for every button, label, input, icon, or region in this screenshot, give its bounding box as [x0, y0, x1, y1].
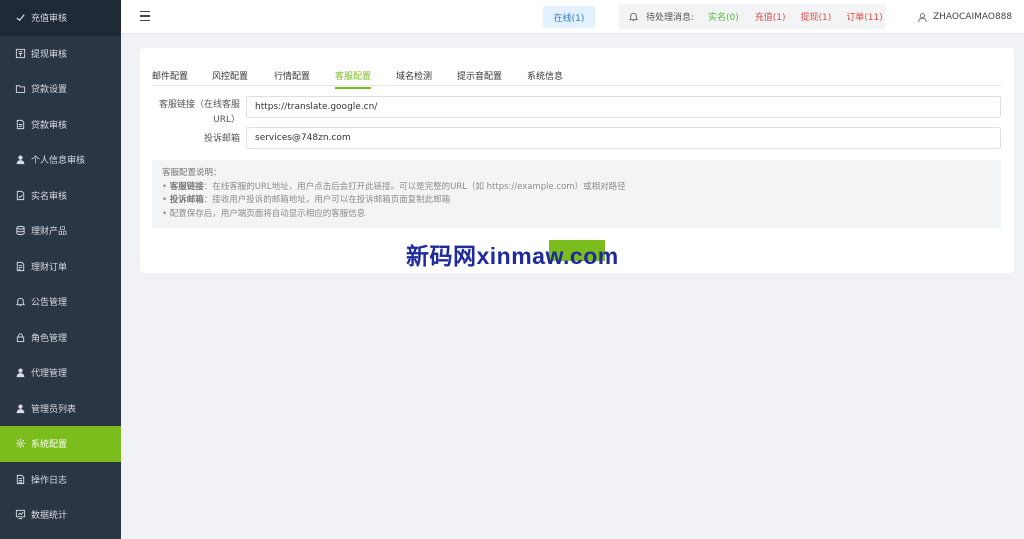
user-icon — [14, 154, 26, 166]
sidebar-item-label: 实名审核 — [31, 191, 68, 202]
notes-line-complaint-email: • 投诉邮箱：接收用户投诉的邮箱地址，用户可以在投诉邮箱页面复制此邮箱 — [162, 195, 451, 205]
pending-withdraw[interactable]: 提现(1) — [801, 10, 832, 23]
notes-line3-text: 配置保存后，用户端页面将自动显示相应的客服信息 — [169, 208, 366, 219]
sidebar-item-financial-products[interactable]: 理财产品 — [0, 213, 121, 249]
service-link-label-line1: 客服链接（在线客服 — [158, 100, 240, 110]
folder-icon — [14, 83, 26, 95]
sidebar-item-label: 系统配置 — [31, 440, 68, 451]
document-icon — [14, 118, 26, 130]
pending-recharge[interactable]: 充值(1) — [755, 10, 786, 23]
sidebar-item-label: 数据统计 — [31, 511, 68, 522]
top-header: 在线(1) 待处理消息: 实名(0) 充值(1) 提现(1) 订单(11) ZH… — [121, 0, 1024, 34]
sidebar-item-real-name-review[interactable]: 实名审核 — [0, 178, 121, 214]
sidebar-item-label: 贷款审核 — [31, 120, 68, 131]
id-card-icon — [14, 189, 26, 201]
sidebar-item-label: 理财产品 — [31, 227, 68, 238]
complaint-email-label: 投诉邮箱 — [203, 134, 240, 144]
sidebar-item-label: 提现审核 — [31, 49, 68, 60]
notes-line-service-link: • 客服链接：在线客服的URL地址，用户点击后会打开此链接。可以是完整的URL（… — [162, 181, 626, 192]
sidebar-item-label: 个人信息审核 — [31, 156, 86, 167]
tab-system-info[interactable]: 系统信息 — [527, 69, 563, 87]
lock-icon — [14, 331, 26, 343]
sidebar-item-recharge-review[interactable]: 充值审核 — [0, 0, 121, 36]
sidebar-item-admin-list[interactable]: 管理员列表 — [0, 391, 121, 427]
log-icon — [14, 473, 26, 485]
user-menu[interactable]: ZHAOCAIMAO888 — [917, 0, 1012, 34]
bell-icon — [628, 11, 639, 22]
sidebar-item-announcements[interactable]: 公告管理 — [0, 284, 121, 320]
sidebar-item-financial-orders[interactable]: 理财订单 — [0, 249, 121, 285]
sidebar-item-withdraw-review[interactable]: 提现审核 — [0, 36, 121, 72]
stats-icon — [14, 509, 26, 521]
tab-domain-check[interactable]: 域名检测 — [396, 69, 432, 87]
service-link-label-line2: URL） — [213, 115, 240, 125]
sidebar-item-loan-review[interactable]: 贷款审核 — [0, 107, 121, 143]
check-icon — [14, 12, 26, 24]
sidebar-item-label: 贷款设置 — [31, 85, 68, 96]
notes-title: 客服配置说明： — [162, 168, 222, 178]
notes-line2-text: ：接收用户投诉的邮箱地址，用户可以在投诉邮箱页面复制此邮箱 — [203, 195, 451, 205]
gear-icon — [14, 438, 26, 450]
sidebar: 充值审核 提现审核 贷款设置 贷款审核 个人信息审核 实名审核 理财产品 理财订… — [0, 0, 121, 539]
pending-orders[interactable]: 订单(11) — [846, 10, 882, 23]
withdraw-icon — [14, 47, 26, 59]
user-icon — [917, 12, 928, 23]
pending-label: 待处理消息: — [646, 13, 695, 23]
sidebar-item-roles[interactable]: 角色管理 — [0, 320, 121, 356]
sidebar-item-operation-log[interactable]: 操作日志 — [0, 462, 121, 498]
notes-line-save-info: • 配置保存后，用户端页面将自动显示相应的客服信息 — [162, 208, 366, 219]
complaint-email-input[interactable] — [246, 127, 1001, 149]
notes-line1-text: ：在线客服的URL地址，用户点击后会打开此链接。可以是完整的URL（如 http… — [203, 181, 626, 192]
sidebar-item-label: 代理管理 — [31, 369, 68, 380]
tab-risk-config[interactable]: 风控配置 — [212, 69, 248, 87]
sidebar-item-label: 角色管理 — [31, 333, 68, 344]
watermark-text: 新码网xinmaw.com — [406, 243, 619, 269]
order-icon — [14, 260, 26, 272]
sidebar-item-label: 公告管理 — [31, 298, 68, 309]
admin-icon — [14, 402, 26, 414]
service-config-notes: 客服配置说明： • 客服链接：在线客服的URL地址，用户点击后会打开此链接。可以… — [152, 160, 1001, 228]
bell-icon — [14, 296, 26, 308]
sidebar-item-label: 操作日志 — [31, 475, 68, 486]
tab-market-config[interactable]: 行情配置 — [274, 69, 310, 87]
username: ZHAOCAIMAO888 — [933, 12, 1013, 22]
service-link-label: 客服链接（在线客服 URL） — [159, 100, 240, 126]
agent-icon — [14, 367, 26, 379]
sidebar-item-personal-info-review[interactable]: 个人信息审核 — [0, 142, 121, 178]
pending-messages-bar: 待处理消息: 实名(0) 充值(1) 提现(1) 订单(11) — [619, 4, 885, 29]
notes-line1-bold: 客服链接 — [169, 181, 204, 192]
service-link-input[interactable] — [246, 96, 1001, 118]
sidebar-item-label: 管理员列表 — [31, 404, 77, 415]
pending-real-name[interactable]: 实名(0) — [708, 10, 739, 23]
notes-line2-bold: 投诉邮箱 — [169, 195, 204, 205]
tab-service-config[interactable]: 客服配置 — [335, 69, 372, 89]
tab-email-config[interactable]: 邮件配置 — [152, 69, 188, 87]
menu-toggle-icon[interactable] — [140, 11, 150, 21]
sidebar-item-label: 理财订单 — [31, 262, 68, 273]
sidebar-item-label: 充值审核 — [31, 14, 68, 25]
database-icon — [14, 225, 26, 237]
config-tabs: 邮件配置 风控配置 行情配置 客服配置 域名检测 提示音配置 系统信息 — [152, 65, 1002, 89]
online-badge[interactable]: 在线(1) — [543, 6, 595, 28]
sidebar-item-system-config[interactable]: 系统配置 — [0, 426, 121, 462]
sidebar-item-statistics[interactable]: 数据统计 — [0, 497, 121, 533]
tab-sound-config[interactable]: 提示音配置 — [457, 69, 502, 87]
sidebar-item-agents[interactable]: 代理管理 — [0, 355, 121, 391]
sidebar-item-loan-settings[interactable]: 贷款设置 — [0, 71, 121, 107]
